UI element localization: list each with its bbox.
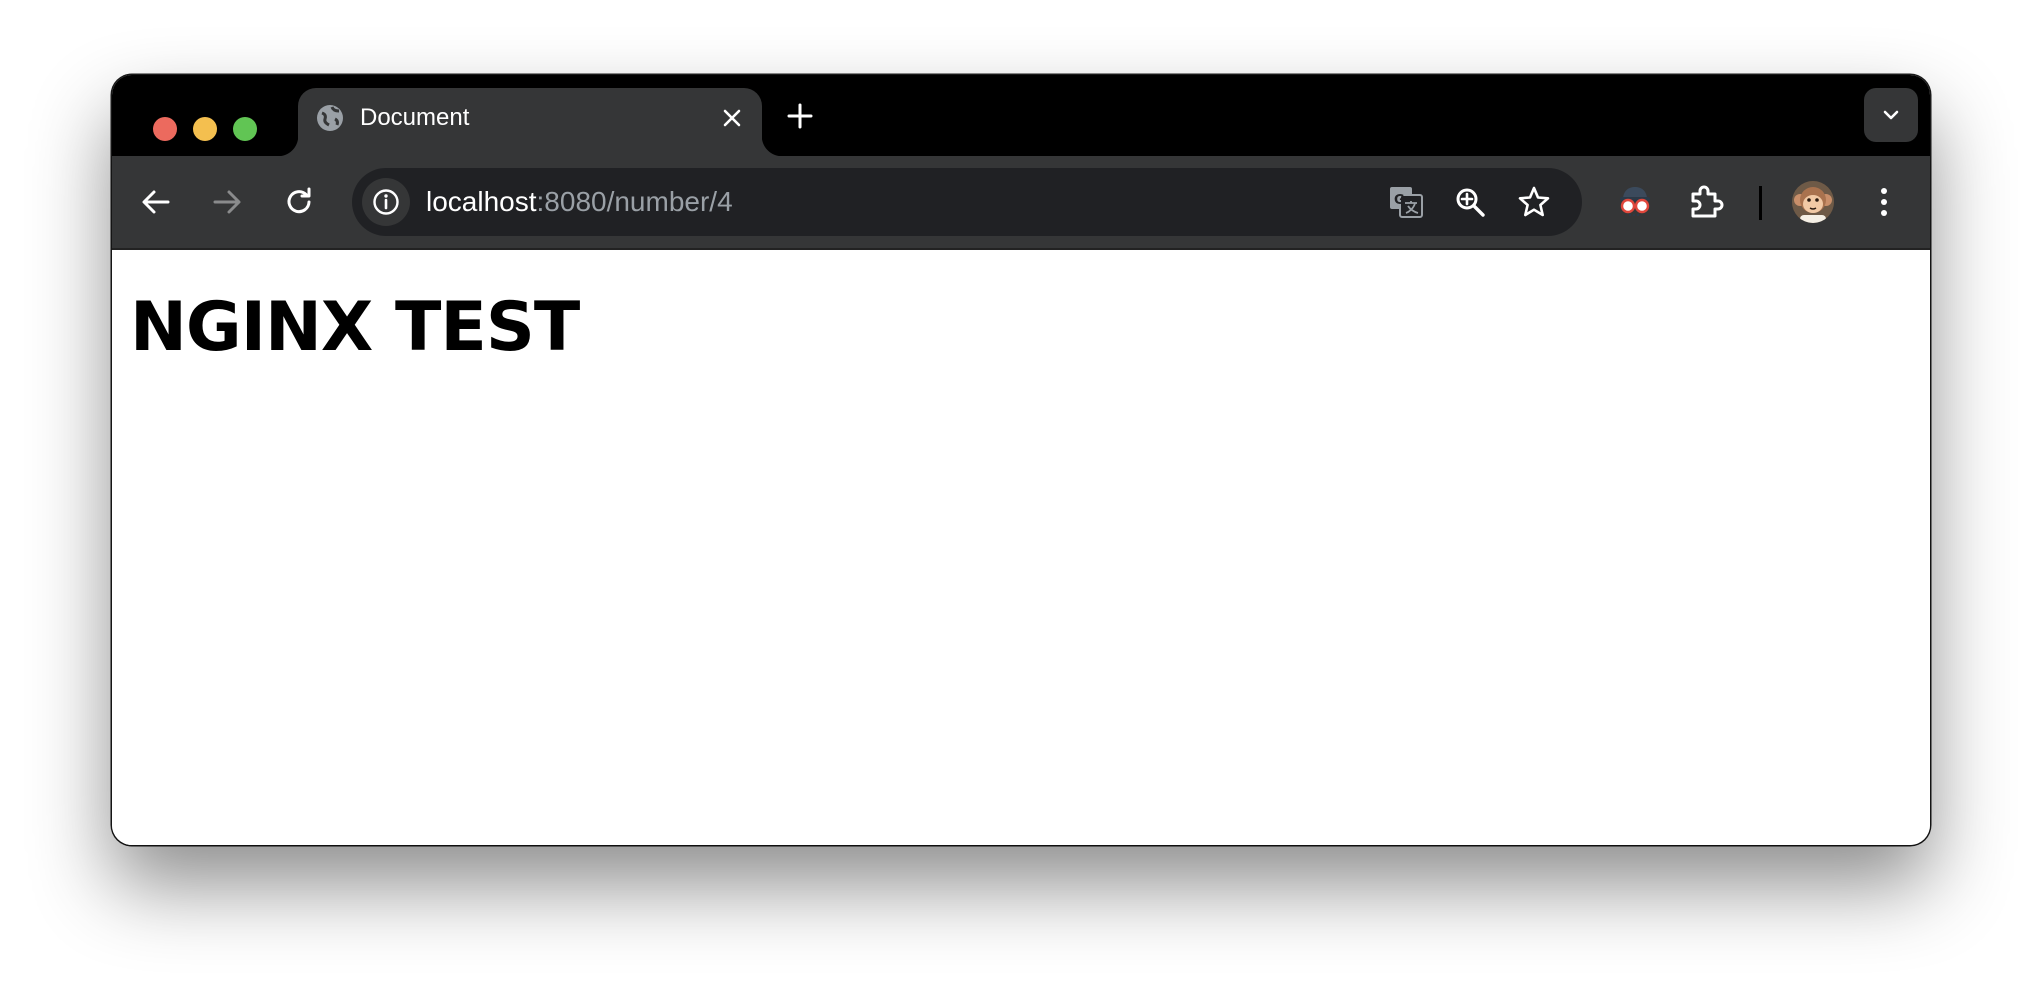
- forward-arrow-icon[interactable]: [209, 184, 245, 220]
- globe-icon: [317, 105, 343, 131]
- zoom-in-icon[interactable]: [1452, 184, 1488, 220]
- url-text[interactable]: localhost:8080/number/4: [426, 185, 733, 219]
- tab-title: Document: [360, 104, 470, 131]
- site-info-button[interactable]: [362, 178, 410, 226]
- kebab-menu-icon[interactable]: [1864, 182, 1904, 222]
- star-icon[interactable]: [1516, 184, 1552, 220]
- profile-monkey-icon: [1792, 181, 1834, 223]
- browser-window: Document localhost:8080/number/4 G NGINX…: [112, 75, 1930, 845]
- maximize-window-button[interactable]: [233, 117, 257, 141]
- minimize-window-button[interactable]: [193, 117, 217, 141]
- close-icon[interactable]: [720, 106, 744, 130]
- toolbar-divider: [1759, 186, 1762, 220]
- info-icon: [373, 189, 399, 215]
- plus-icon[interactable]: [786, 102, 814, 130]
- url-host: localhost: [426, 186, 537, 217]
- tab-search-button[interactable]: [1864, 88, 1918, 142]
- puzzle-icon[interactable]: [1686, 182, 1726, 222]
- chevron-down-icon: [1883, 110, 1899, 120]
- title-bar: Document: [112, 75, 1930, 156]
- page-heading: NGINX TEST: [130, 288, 580, 367]
- translate-icon[interactable]: G: [1388, 184, 1424, 220]
- url-path: :8080/number/4: [536, 186, 733, 217]
- spy-glasses-icon[interactable]: [1615, 182, 1655, 222]
- avatar[interactable]: [1792, 181, 1834, 223]
- reload-icon[interactable]: [281, 184, 317, 220]
- tab-document[interactable]: Document: [278, 88, 782, 156]
- toolbar: localhost:8080/number/4 G: [112, 156, 1930, 250]
- back-arrow-icon[interactable]: [138, 184, 174, 220]
- close-window-button[interactable]: [153, 117, 177, 141]
- page-content: NGINX TEST: [112, 250, 1930, 845]
- svg-text:G: G: [1394, 193, 1405, 208]
- address-bar[interactable]: localhost:8080/number/4 G: [352, 168, 1582, 236]
